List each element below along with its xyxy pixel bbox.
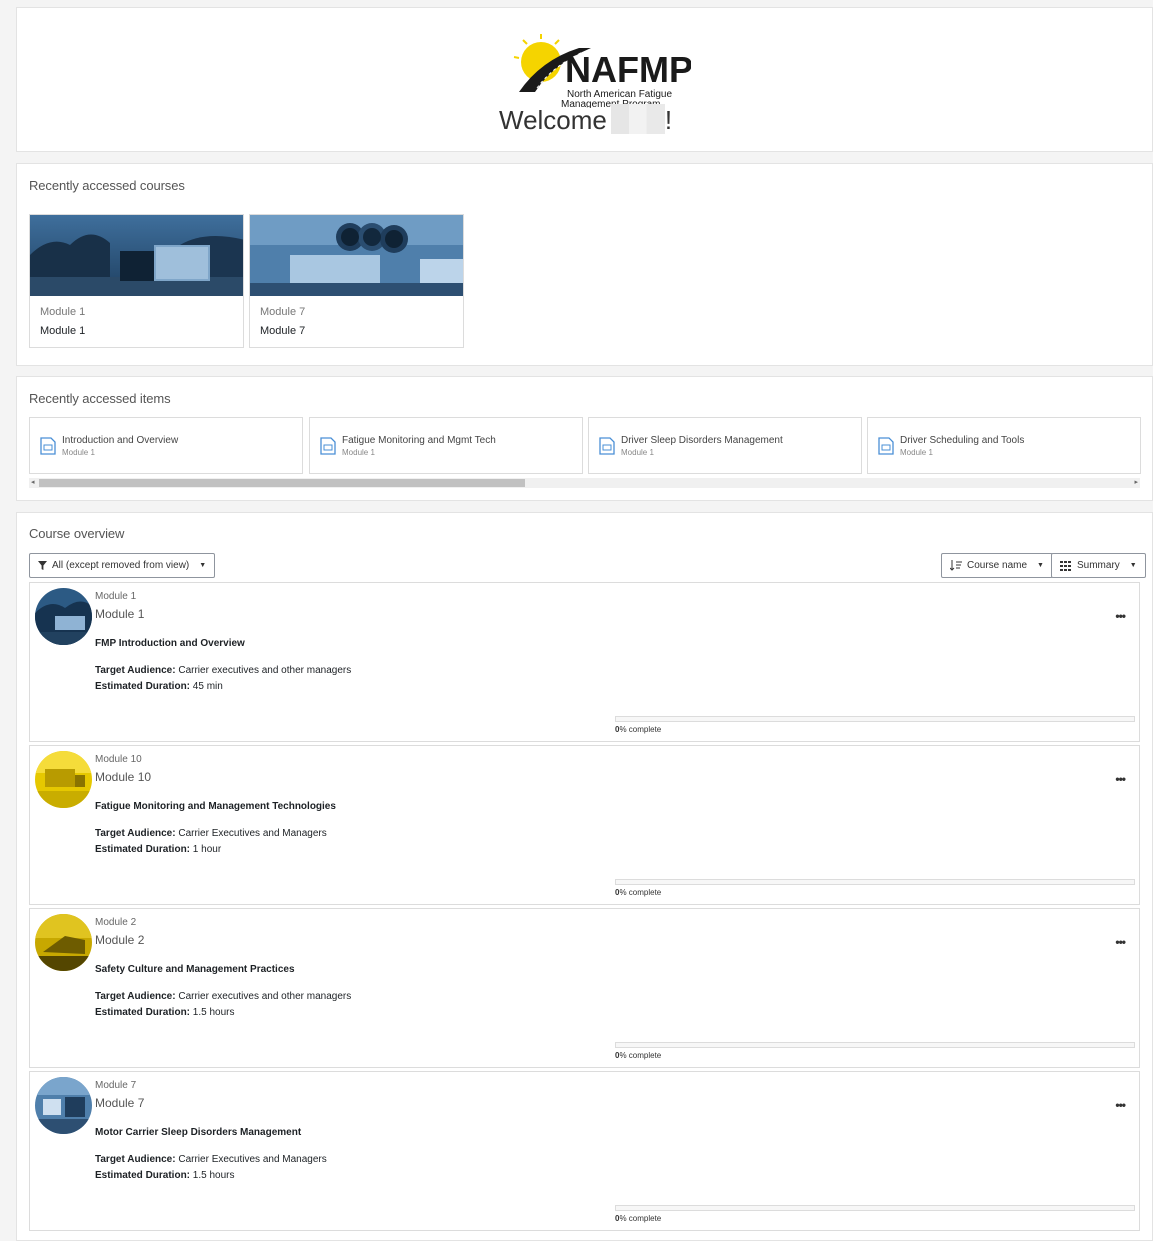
course-name-link[interactable]: Module 7 <box>260 325 305 337</box>
course-avatar[interactable] <box>35 751 92 808</box>
course-summary-title: Fatigue Monitoring and Management Techno… <box>95 801 336 812</box>
redacted-username <box>610 104 665 134</box>
page-icon <box>599 437 615 455</box>
page-icon <box>878 437 894 455</box>
welcome-header: NAFMP North American Fatigue Management … <box>16 7 1153 152</box>
course-name-link[interactable]: Module 10 <box>95 770 151 784</box>
course-avatar[interactable] <box>35 914 92 971</box>
scroll-thumb[interactable] <box>39 479 525 487</box>
course-actions-menu-icon[interactable]: ••• <box>1115 935 1126 949</box>
course-name-link[interactable]: Module 1 <box>40 325 85 337</box>
course-actions-menu-icon[interactable]: ••• <box>1115 609 1126 623</box>
course-list-item[interactable]: Module 7 Module 7 Motor Carrier Sleep Di… <box>29 1071 1140 1231</box>
estimated-duration: Estimated Duration: 1.5 hours <box>95 1170 235 1181</box>
course-summary-title: Safety Culture and Management Practices <box>95 964 295 975</box>
target-audience: Target Audience: Carrier executives and … <box>95 665 352 676</box>
recent-item-card[interactable]: Driver Sleep Disorders Management Module… <box>588 417 862 474</box>
item-title: Introduction and Overview <box>62 435 179 446</box>
grid-icon <box>1060 560 1071 571</box>
scroll-left-arrow-icon[interactable]: ◂ <box>31 478 35 488</box>
target-audience: Target Audience: Carrier Executives and … <box>95 1154 327 1165</box>
course-category: Module 7 <box>260 306 306 318</box>
course-name-link[interactable]: Module 7 <box>95 1096 144 1110</box>
course-name-link[interactable]: Module 2 <box>95 933 144 947</box>
course-list-item[interactable]: Module 2 Module 2 Safety Culture and Man… <box>29 908 1140 1068</box>
recent-items-block: Recently accessed items Introduction and… <box>16 376 1153 501</box>
progress-text: 0% complete <box>615 725 662 734</box>
course-avatar[interactable] <box>35 588 92 645</box>
estimated-duration: Estimated Duration: 1.5 hours <box>95 1007 235 1018</box>
nafmp-logo: NAFMP North American Fatigue Management … <box>513 34 691 108</box>
course-image <box>250 215 463 296</box>
progress-text: 0% complete <box>615 1051 662 1060</box>
sort-icon <box>950 560 962 571</box>
course-actions-menu-icon[interactable]: ••• <box>1115 1098 1126 1112</box>
welcome-message: Welcome! <box>499 104 673 135</box>
item-title: Fatigue Monitoring and Mgmt Tech <box>342 435 496 446</box>
item-course: Module 1 <box>62 448 95 457</box>
page-icon <box>320 437 336 455</box>
target-audience: Target Audience: Carrier Executives and … <box>95 828 327 839</box>
course-list-item[interactable]: Module 1 Module 1 FMP Introduction and O… <box>29 582 1140 742</box>
recent-item-card[interactable]: Introduction and Overview Module 1 <box>29 417 303 474</box>
course-category: Module 2 <box>95 917 137 928</box>
target-audience: Target Audience: Carrier executives and … <box>95 991 352 1002</box>
item-title: Driver Scheduling and Tools <box>900 435 1025 446</box>
horizontal-scrollbar[interactable]: ◂ ▸ <box>29 478 1140 488</box>
caret-down-icon: ▼ <box>1129 562 1137 569</box>
course-image <box>30 215 243 296</box>
course-category: Module 10 <box>95 754 142 765</box>
page-icon <box>40 437 56 455</box>
filter-icon <box>38 561 47 570</box>
item-course: Module 1 <box>342 448 375 457</box>
course-summary-title: Motor Carrier Sleep Disorders Management <box>95 1127 302 1138</box>
course-summary-title: FMP Introduction and Overview <box>95 638 245 649</box>
course-list-item[interactable]: Module 10 Module 10 Fatigue Monitoring a… <box>29 745 1140 905</box>
sort-dropdown[interactable]: Course name ▼ <box>941 553 1053 578</box>
progress-bar <box>615 1042 1135 1048</box>
course-category: Module 1 <box>95 591 137 602</box>
course-name-link[interactable]: Module 1 <box>95 607 144 621</box>
item-course: Module 1 <box>621 448 654 457</box>
recent-item-card[interactable]: Driver Scheduling and Tools Module 1 <box>867 417 1141 474</box>
recent-course-card[interactable]: Module 7 Module 7 <box>249 214 464 348</box>
view-dropdown[interactable]: Summary ▼ <box>1051 553 1146 578</box>
course-avatar[interactable] <box>35 1077 92 1134</box>
estimated-duration: Estimated Duration: 45 min <box>95 681 223 692</box>
scroll-right-arrow-icon[interactable]: ▸ <box>1134 478 1138 488</box>
item-title: Driver Sleep Disorders Management <box>621 435 783 446</box>
caret-down-icon: ▼ <box>199 562 207 569</box>
progress-bar <box>615 879 1135 885</box>
logo-wordmark: NAFMP <box>565 49 691 90</box>
section-title: Recently accessed courses <box>29 178 185 193</box>
section-title: Recently accessed items <box>29 391 171 406</box>
estimated-duration: Estimated Duration: 1 hour <box>95 844 222 855</box>
recent-item-card[interactable]: Fatigue Monitoring and Mgmt Tech Module … <box>309 417 583 474</box>
course-category: Module 1 <box>40 306 86 318</box>
progress-bar <box>615 716 1135 722</box>
recent-course-card[interactable]: Module 1 Module 1 <box>29 214 244 348</box>
section-title: Course overview <box>29 526 125 541</box>
recent-courses-block: Recently accessed courses Module 1 Modul… <box>16 163 1153 366</box>
course-actions-menu-icon[interactable]: ••• <box>1115 772 1126 786</box>
course-category: Module 7 <box>95 1080 137 1091</box>
progress-bar <box>615 1205 1135 1211</box>
filter-dropdown[interactable]: All (except removed from view) ▼ <box>29 553 216 578</box>
progress-text: 0% complete <box>615 1214 662 1223</box>
item-course: Module 1 <box>900 448 933 457</box>
course-overview-block: Course overview All (except removed from… <box>16 512 1153 1241</box>
progress-text: 0% complete <box>615 888 662 897</box>
caret-down-icon: ▼ <box>1037 562 1044 569</box>
